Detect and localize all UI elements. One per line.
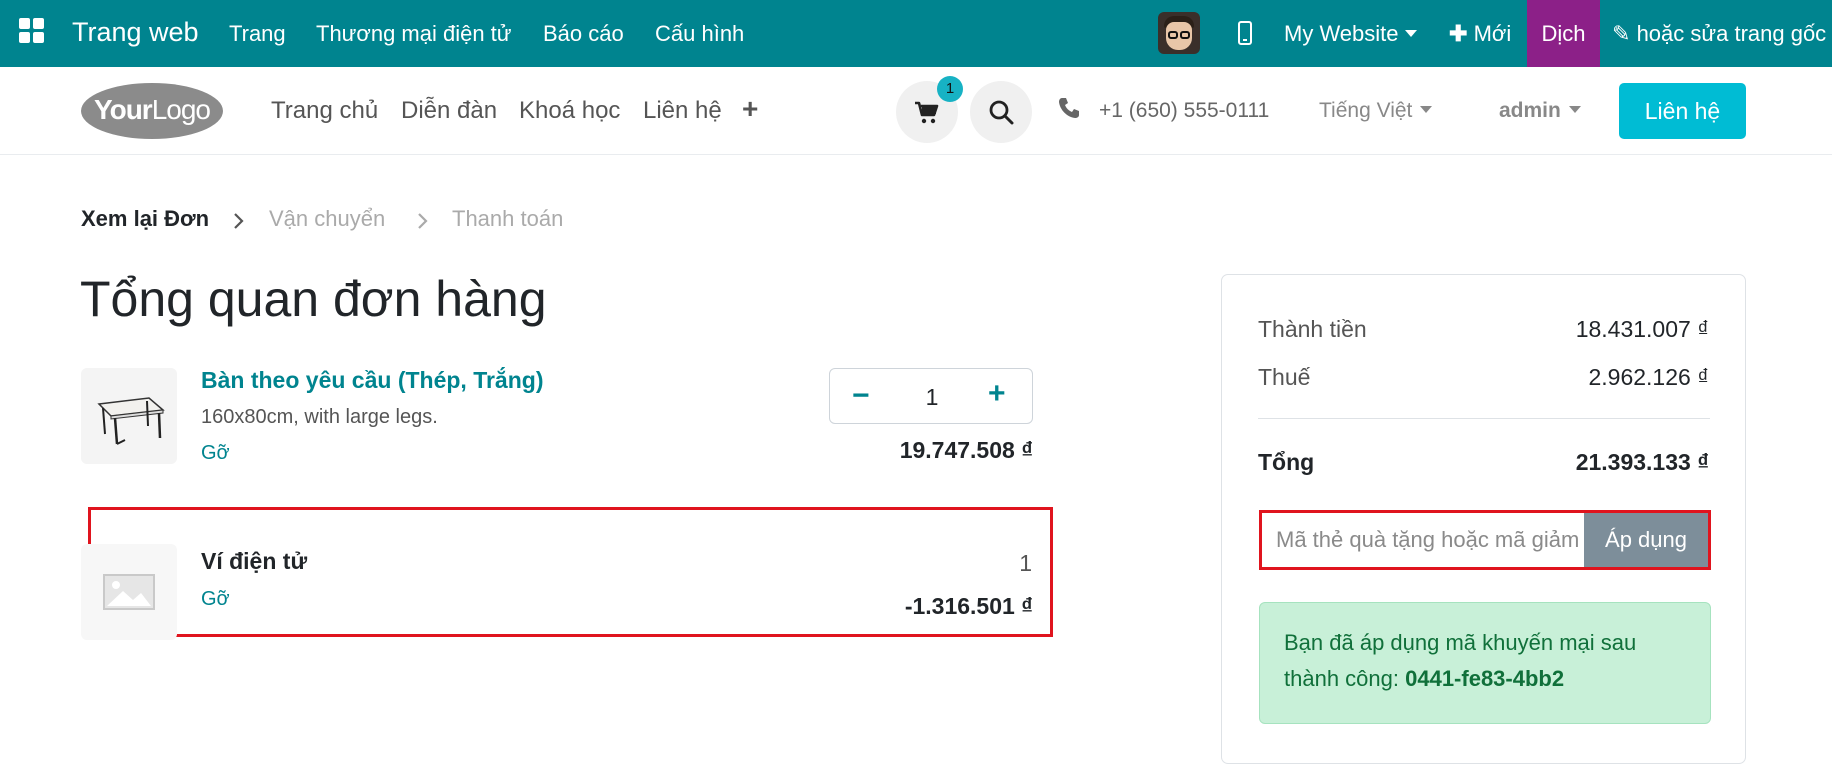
nav-courses[interactable]: Khoá học (519, 97, 620, 125)
language-selector-label: Tiếng Việt (1319, 99, 1413, 122)
admin-menu-pages[interactable]: Trang (229, 21, 286, 47)
product-description: 160x80cm, with large legs. (201, 406, 438, 428)
admin-bar: Trang web Trang Thương mại điện tử Báo c… (0, 0, 1832, 67)
plus-icon: ✚ (1449, 21, 1468, 46)
user-avatar[interactable] (1158, 12, 1200, 54)
cart-count-badge: 1 (937, 76, 963, 102)
contact-us-button[interactable]: Liên hệ (1619, 83, 1746, 139)
user-menu[interactable]: admin (1499, 99, 1581, 123)
table-product-image[interactable] (81, 368, 177, 464)
chevron-right-icon (418, 213, 428, 229)
promo-code-form: Áp dụng (1259, 510, 1711, 570)
promo-success-alert: Bạn đã áp dụng mã khuyến mại sau thành c… (1259, 602, 1711, 724)
nav-contact[interactable]: Liên hệ (643, 97, 722, 125)
promo-code-input[interactable] (1262, 513, 1584, 567)
app-title[interactable]: Trang web (72, 17, 199, 48)
admin-menu-configuration[interactable]: Cấu hình (655, 21, 744, 47)
increase-quantity-button[interactable]: + (988, 379, 1006, 409)
apply-promo-button[interactable]: Áp dụng (1584, 513, 1708, 567)
page-title: Tổng quan đơn hàng (80, 271, 547, 327)
step-shipping[interactable]: Vận chuyển (269, 206, 385, 232)
nav-forum[interactable]: Diễn đàn (401, 97, 497, 125)
search-icon (989, 100, 1014, 125)
edit-button-label: hoặc sửa trang gốc (1636, 21, 1827, 46)
total-label: Tổng (1258, 449, 1315, 475)
line-price: -1.316.501 ₫ (904, 593, 1033, 619)
line-price: 19.747.508 ₫ (899, 437, 1033, 463)
tax-label: Thuế (1258, 364, 1311, 390)
apps-grid-icon[interactable] (19, 18, 45, 44)
subtotal-value: 18.431.007 ₫ (1575, 316, 1709, 342)
image-placeholder-icon (81, 544, 177, 640)
user-menu-label: admin (1499, 99, 1561, 122)
company-logo[interactable]: YourLogo (80, 81, 224, 141)
order-summary-card: Thành tiền 18.431.007 ₫ Thuế 2.962.126 ₫… (1221, 274, 1746, 764)
product-name-link[interactable]: Bàn theo yêu cầu (Thép, Trắng) (201, 367, 543, 394)
quantity-stepper: − 1 + (829, 368, 1033, 424)
total-value: 21.393.133 ₫ (1575, 449, 1709, 475)
applied-promo-code: 0441-fe83-4bb2 (1405, 666, 1565, 691)
website-selector[interactable]: My Website (1284, 21, 1417, 47)
step-payment[interactable]: Thanh toán (452, 206, 563, 232)
admin-menu-ecommerce[interactable]: Thương mại điện tử (316, 21, 512, 47)
search-button[interactable] (970, 81, 1032, 143)
svg-text:YourLogo: YourLogo (94, 94, 210, 125)
quantity-input[interactable]: 1 (920, 384, 944, 411)
add-menu-plus-icon[interactable]: + (742, 93, 758, 125)
step-review-order: Xem lại Đơn (81, 206, 210, 231)
edit-button[interactable]: ✎ hoặc sửa trang gốc (1612, 21, 1826, 47)
tax-value: 2.962.126 ₫ (1588, 364, 1709, 390)
product-name: Ví điện tử (201, 548, 308, 574)
phone-icon (1059, 98, 1079, 118)
new-button-label: Mới (1473, 21, 1512, 46)
subtotal-label: Thành tiền (1258, 316, 1367, 342)
chevron-right-icon (234, 213, 244, 229)
site-header: YourLogo Trang chủ Diễn đàn Khoá học Liê… (0, 67, 1832, 155)
new-button[interactable]: ✚ Mới (1449, 21, 1511, 47)
remove-link[interactable]: Gỡ (201, 588, 230, 611)
phone-number[interactable]: +1 (650) 555-0111 (1099, 99, 1269, 123)
mobile-preview-icon[interactable] (1238, 21, 1252, 45)
website-selector-label: My Website (1284, 21, 1399, 46)
admin-menu-reports[interactable]: Báo cáo (543, 21, 624, 47)
caret-down-icon (1404, 30, 1417, 37)
cart-icon (915, 101, 939, 124)
language-selector[interactable]: Tiếng Việt (1319, 99, 1433, 123)
divider (1258, 418, 1710, 419)
caret-down-icon (1420, 106, 1433, 113)
pencil-icon: ✎ (1612, 21, 1631, 46)
remove-link[interactable]: Gỡ (201, 442, 230, 465)
translate-button[interactable]: Dịch (1527, 0, 1600, 67)
decrease-quantity-button[interactable]: − (852, 381, 870, 411)
caret-down-icon (1568, 106, 1581, 113)
quantity-value: 1 (1019, 550, 1032, 576)
nav-home[interactable]: Trang chủ (271, 97, 378, 125)
